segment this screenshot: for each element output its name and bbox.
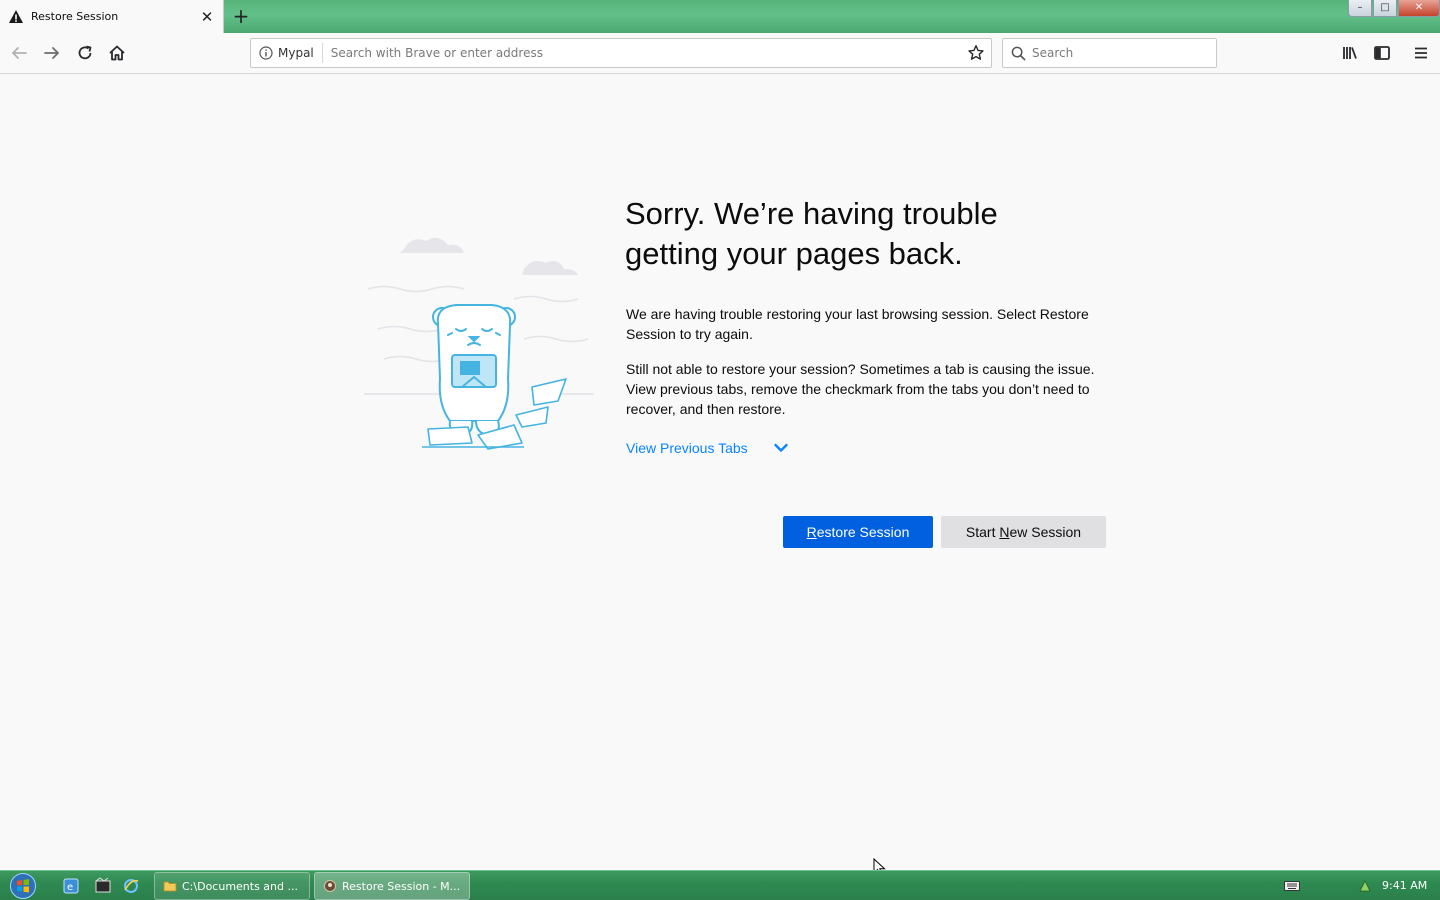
sad-bear-illustration [364, 237, 594, 450]
page-title-line-2: getting your pages back. [625, 236, 963, 271]
tab-title: Restore Session [31, 10, 119, 23]
chevron-down-icon [773, 443, 788, 452]
hamburger-menu-icon[interactable] [1409, 41, 1433, 65]
page-title: Sorry. We’re having trouble getting your… [625, 194, 1145, 274]
taskbar-item-explorer[interactable]: C:\Documents and ... [154, 872, 310, 900]
taskbar: e C:\Documents and ... Restore Session -… [0, 870, 1440, 900]
address-input[interactable] [322, 46, 966, 60]
star-icon[interactable] [966, 43, 986, 63]
close-icon[interactable]: ✕ [199, 9, 215, 25]
restore-session-button[interactable]: Restore Session [783, 516, 933, 548]
view-previous-tabs-label: View Previous Tabs [626, 440, 748, 456]
info-icon [259, 46, 273, 60]
minimize-button[interactable]: – [1348, 0, 1372, 17]
tab-strip: Restore Session ✕ + – □ ✕ [0, 0, 1440, 33]
reload-icon[interactable] [73, 41, 97, 65]
folder-icon [163, 881, 177, 892]
view-previous-tabs-toggle[interactable]: View Previous Tabs [626, 440, 789, 456]
window-controls: – □ ✕ [1347, 0, 1440, 18]
restore-session-page: Sorry. We’re having trouble getting your… [0, 74, 1440, 870]
windows-start-icon[interactable] [8, 872, 38, 900]
taskbar-item-label: C:\Documents and ... [182, 879, 298, 893]
taskbar-item-restore-session[interactable]: Restore Session - M... [314, 872, 470, 900]
maximize-button[interactable]: □ [1373, 0, 1397, 17]
sidebar-icon[interactable] [1370, 41, 1394, 65]
taskbar-clock[interactable]: 9:41 AM [1382, 879, 1427, 892]
taskbar-item-label: Restore Session - M... [342, 879, 461, 893]
browser-icon [324, 880, 336, 892]
address-bar[interactable]: Mypal [250, 38, 992, 68]
media-player-icon[interactable] [94, 877, 112, 895]
identity-label: Mypal [278, 46, 314, 60]
restore-help-text: Still not able to restore your session? … [626, 361, 1095, 417]
network-icon[interactable] [1358, 879, 1372, 893]
home-icon[interactable] [105, 41, 129, 65]
keyboard-icon[interactable] [1284, 880, 1300, 892]
search-icon [1011, 46, 1026, 61]
warning-icon [9, 9, 23, 23]
svg-text:e: e [67, 882, 73, 893]
plus-icon[interactable]: + [230, 5, 252, 27]
search-bar[interactable] [1002, 38, 1217, 68]
page-title-line-1: Sorry. We’re having trouble [625, 196, 998, 231]
forward-arrow-icon[interactable] [40, 41, 64, 65]
site-identity[interactable]: Mypal [251, 43, 323, 63]
back-arrow-icon[interactable] [7, 41, 31, 65]
navigation-toolbar: Mypal [0, 33, 1440, 74]
restore-description: We are having trouble restoring your las… [626, 306, 1089, 342]
browser-icon[interactable]: e [62, 877, 80, 895]
window-close-button[interactable]: ✕ [1398, 0, 1440, 17]
start-new-session-button[interactable]: Start New Session [941, 516, 1106, 548]
tab-restore-session[interactable]: Restore Session ✕ [0, 0, 224, 33]
search-input[interactable] [1026, 46, 1216, 60]
library-icon[interactable] [1338, 41, 1362, 65]
internet-explorer-icon[interactable] [122, 877, 140, 895]
